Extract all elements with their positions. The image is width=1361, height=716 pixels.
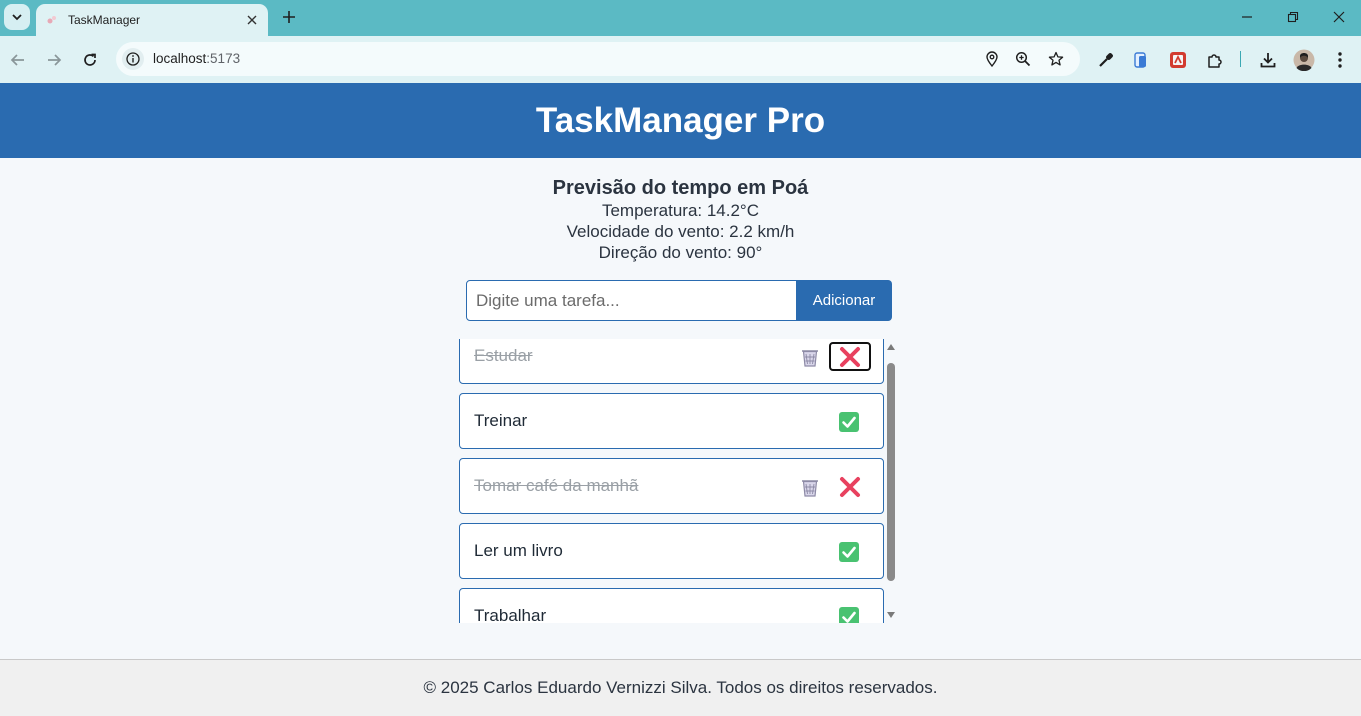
task-text: Tomar café da manhã	[474, 476, 639, 495]
browser-tab[interactable]: TaskManager	[36, 4, 268, 36]
check-mark-button-icon	[839, 412, 859, 432]
arrow-left-icon	[10, 54, 24, 66]
puzzle-icon	[1208, 54, 1222, 68]
tab-title: TaskManager	[68, 13, 141, 27]
check-mark-button-icon	[839, 607, 859, 623]
info-icon	[126, 52, 140, 66]
restore-icon	[1287, 11, 1299, 23]
url-port: :5173	[206, 51, 241, 66]
arrow-right-icon	[48, 54, 62, 66]
address-bar[interactable]: localhost:5173	[116, 42, 1080, 76]
extensions-button[interactable]	[1203, 48, 1227, 72]
trash-button[interactable]	[798, 345, 822, 369]
weather-temperature: Temperatura: 14.2°C	[601, 201, 760, 220]
browser-tab-strip: TaskManager	[0, 0, 1361, 36]
toolbar-divider	[1240, 51, 1241, 67]
scroll-thumb[interactable]	[887, 363, 895, 581]
weather-panel: Previsão do tempo em Poá Temperatura: 14…	[0, 176, 1361, 263]
undo-complete-button[interactable]	[829, 472, 871, 501]
app-title: TaskManager Pro	[535, 100, 826, 140]
wastebasket-icon	[802, 480, 818, 497]
task-list[interactable]: Estudar Treinar Tomar café da manhã Ler …	[459, 339, 898, 623]
eyedropper-icon	[1099, 53, 1113, 67]
cross-mark-icon	[840, 346, 860, 367]
browser-toolbar: localhost:5173	[0, 36, 1361, 83]
check-mark-button-icon	[839, 542, 859, 562]
task-text: Estudar	[474, 346, 533, 365]
url-host: localhost	[153, 51, 207, 66]
copy-tab-icon	[1134, 52, 1146, 68]
reload-button[interactable]	[78, 48, 102, 72]
zoom-button[interactable]	[1013, 49, 1033, 69]
close-icon	[1333, 11, 1345, 23]
location-button[interactable]	[982, 49, 1002, 69]
download-icon	[1260, 53, 1276, 68]
star-icon	[1048, 51, 1064, 66]
cross-mark-icon	[840, 476, 860, 497]
puzzle-red-extension-icon	[1170, 52, 1186, 68]
close-window-button[interactable]	[1327, 6, 1351, 28]
scroll-up-arrow-icon[interactable]	[887, 344, 895, 350]
zoom-icon	[1015, 51, 1031, 67]
task-item: Trabalhar	[459, 588, 884, 623]
new-tab-button[interactable]	[279, 7, 299, 27]
tab-search-button[interactable]	[4, 4, 30, 30]
minimize-icon	[1242, 16, 1252, 18]
plus-icon	[283, 11, 295, 23]
close-icon	[247, 15, 257, 25]
restore-button[interactable]	[1281, 6, 1305, 28]
favicon-icon	[47, 16, 56, 24]
task-text: Treinar	[474, 411, 528, 430]
undo-complete-button[interactable]	[829, 342, 871, 371]
task-list-scrollbar[interactable]	[884, 339, 898, 623]
tab-close-button[interactable]	[244, 12, 260, 28]
trash-button[interactable]	[798, 475, 822, 499]
bookmark-button[interactable]	[1046, 49, 1066, 69]
task-form: Adicionar	[466, 280, 892, 321]
reload-icon	[84, 53, 96, 66]
task-input[interactable]	[466, 280, 797, 321]
vertical-dots-icon	[1338, 52, 1342, 68]
weather-wind-speed: Velocidade do vento: 2.2 km/h	[566, 222, 795, 241]
task-text: Ler um livro	[474, 541, 563, 560]
task-item: Tomar café da manhã	[459, 458, 884, 514]
browser-menu-button[interactable]	[1328, 48, 1352, 72]
weather-title: Previsão do tempo em Poá	[552, 177, 809, 199]
add-task-button[interactable]: Adicionar	[796, 280, 892, 321]
red-extension-button[interactable]	[1166, 48, 1190, 72]
task-text: Trabalhar	[474, 606, 547, 623]
forward-button[interactable]	[42, 48, 66, 72]
footer-copyright: © 2025 Carlos Eduardo Vernizzi Silva. To…	[423, 678, 938, 697]
task-item: Treinar	[459, 393, 884, 449]
complete-task-button[interactable]	[837, 410, 861, 434]
task-item: Ler um livro	[459, 523, 884, 579]
chevron-down-icon	[12, 14, 22, 21]
back-button[interactable]	[6, 48, 30, 72]
scroll-down-arrow-icon[interactable]	[887, 612, 895, 618]
weather-wind-direction: Direção do vento: 90°	[598, 243, 763, 262]
site-info-button[interactable]	[122, 48, 144, 70]
profile-button[interactable]	[1292, 48, 1316, 72]
complete-task-button[interactable]	[837, 540, 861, 564]
complete-task-button[interactable]	[837, 605, 861, 623]
page-footer: © 2025 Carlos Eduardo Vernizzi Silva. To…	[0, 659, 1361, 716]
tab-extension-button[interactable]	[1129, 48, 1153, 72]
wastebasket-icon	[802, 350, 818, 367]
location-pin-icon	[986, 51, 998, 67]
task-item: Estudar	[459, 339, 884, 384]
eyedropper-extension-button[interactable]	[1094, 48, 1118, 72]
avatar-icon	[1293, 49, 1315, 71]
downloads-button[interactable]	[1256, 48, 1280, 72]
minimize-button[interactable]	[1235, 6, 1259, 28]
app-header: TaskManager Pro	[0, 83, 1361, 158]
url-text: localhost:5173	[153, 51, 240, 66]
